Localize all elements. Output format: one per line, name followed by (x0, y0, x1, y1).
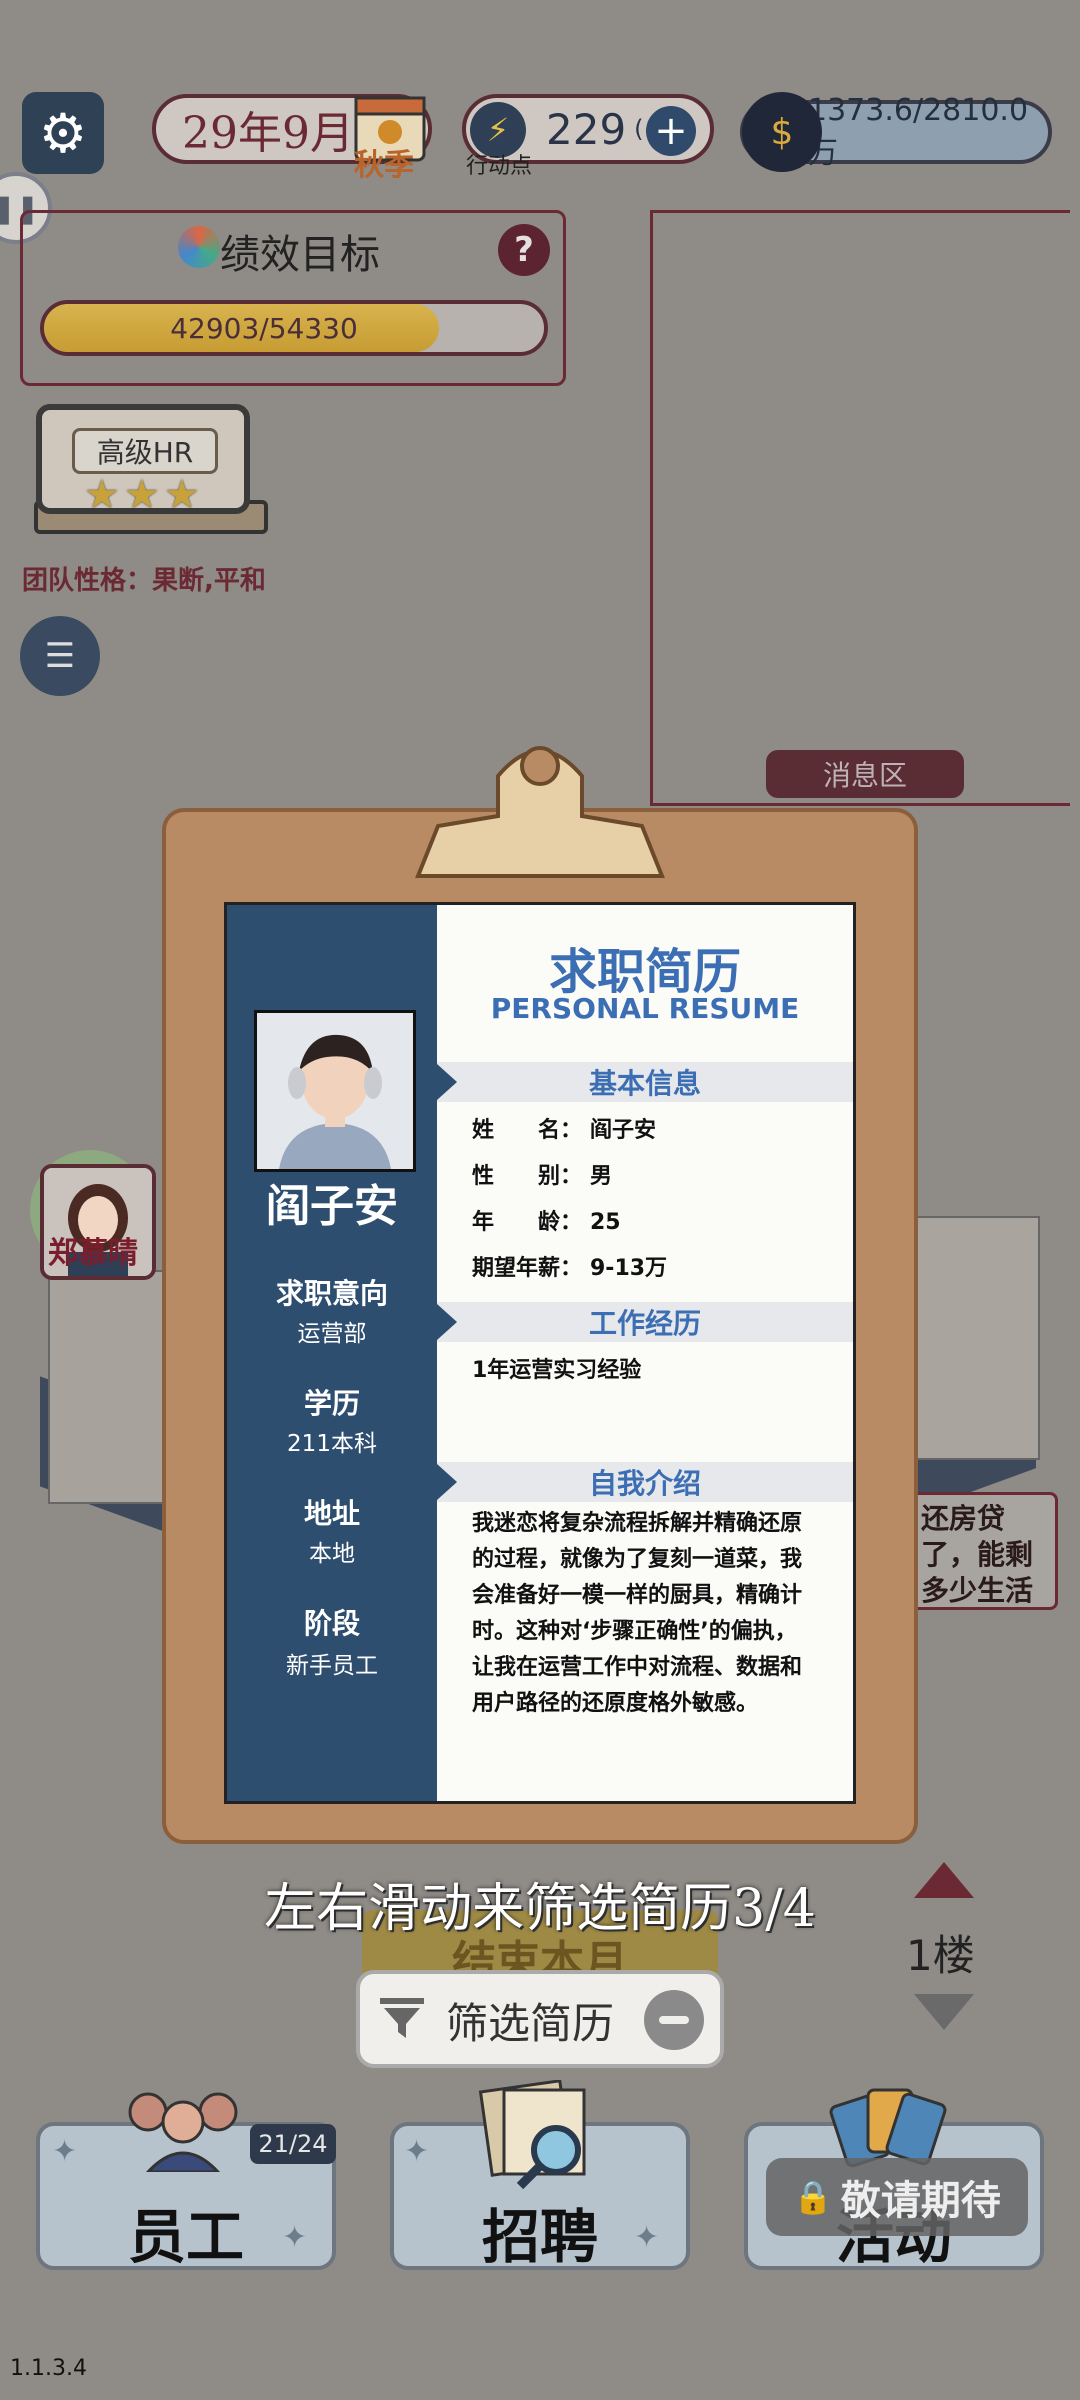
work-experience-header: 工作经历 (437, 1302, 853, 1342)
recruit-magnifier-icon (478, 2080, 586, 2190)
action-points-label: 行动点 (466, 154, 533, 179)
info-row: 姓 名： 阎子安 (472, 1112, 656, 1144)
section-arrow (437, 1064, 457, 1100)
coming-soon-label: 敬请期待 (840, 2178, 1001, 2224)
employees-group-icon (128, 2092, 238, 2172)
action-points-value: 229 (546, 104, 627, 154)
speech-bubble: 还房贷了，能剩多少生活费？ (910, 1492, 1058, 1610)
team-trait-text: 团队性格：果断,平和 (22, 566, 266, 596)
address-label: 地址 (303, 1497, 360, 1530)
resume-subtitle: PERSONAL RESUME (490, 992, 800, 1025)
target-icon (178, 226, 220, 268)
date-text: 29年9月 (182, 108, 354, 159)
filter-icon (376, 1992, 428, 2044)
cards-icon (829, 2088, 947, 2168)
candidate-portrait (257, 1013, 413, 1169)
settings-gear-button[interactable]: ⚙ (22, 92, 104, 174)
stage-value: 新手员工 (286, 1653, 378, 1679)
coming-soon-overlay: 🔒 敬请期待 (766, 2158, 1028, 2236)
office-room-right (916, 1216, 1040, 1460)
candidate-name: 阎子安 (266, 1181, 398, 1232)
work-experience-text: 1年运营实习经验 (472, 1358, 642, 1383)
info-value: 9-13万 (590, 1256, 668, 1281)
message-area (650, 210, 1070, 806)
tab-employees-label: 员工 (127, 2203, 244, 2271)
job-intent-value: 运营部 (297, 1321, 367, 1347)
minus-icon[interactable] (644, 1990, 704, 2050)
info-value: 男 (590, 1164, 613, 1189)
star-icon: ★ (124, 472, 160, 518)
address-value: 本地 (309, 1541, 355, 1567)
money-bag-icon: $ (742, 92, 822, 172)
education-label: 学历 (303, 1387, 360, 1420)
version-label: 1.1.3.4 (10, 2356, 87, 2381)
goal-title: 绩效目标 (220, 232, 380, 278)
sparkle-icon: ✦ (404, 2134, 430, 2169)
info-value: 25 (590, 1210, 621, 1235)
help-button[interactable]: ? (498, 224, 550, 276)
goal-progress-text: 42903/54330 (170, 311, 358, 345)
info-key: 性 别： (472, 1164, 583, 1189)
goal-progress-bar: 42903/54330 (40, 300, 548, 356)
info-key: 年 龄： (472, 1210, 583, 1235)
info-row: 性 别： 男 (472, 1158, 612, 1190)
education-value: 211本科 (287, 1431, 377, 1457)
info-key: 期望年薪： (472, 1256, 583, 1281)
candidate-photo (254, 1010, 416, 1172)
star-icon: ★ (84, 472, 120, 518)
self-intro-text: 我迷恋将复杂流程拆解并精确还原的过程，就像为了复刻一道菜，我会准备好一模一样的厨… (472, 1511, 803, 1716)
money-value: 1373.6/2810.0万 (808, 92, 1029, 171)
office-room-left (48, 1270, 172, 1504)
document-icon[interactable]: ☰ (20, 616, 100, 696)
filter-resume-label: 筛选简历 (446, 1999, 615, 2048)
clipboard-clip (415, 746, 665, 878)
season-label: 秋季 (354, 148, 414, 183)
floor-down-arrow-icon[interactable] (914, 1994, 974, 2030)
section-arrow (437, 1464, 457, 1500)
lock-icon: 🔒 (793, 2178, 833, 2216)
employee-name: 郑慕晴 (48, 1236, 138, 1271)
sparkle-icon: ✦ (52, 2134, 78, 2169)
basic-info-header: 基本信息 (437, 1062, 853, 1102)
star-icon: ★ (164, 472, 200, 518)
info-row: 期望年薪： 9-13万 (472, 1250, 667, 1282)
self-intro-header: 自我介绍 (437, 1462, 853, 1502)
floor-label: 1楼 (906, 1931, 975, 1980)
stage-label: 阶段 (303, 1607, 360, 1640)
section-arrow (437, 1304, 457, 1340)
info-row: 年 龄： 25 (472, 1204, 621, 1236)
job-intent-label: 求职意向 (275, 1277, 388, 1310)
floor-up-arrow-icon[interactable] (914, 1862, 974, 1898)
hr-level-label: 高级HR (72, 428, 218, 474)
info-value: 阎子安 (590, 1118, 657, 1143)
info-key: 姓 名： (472, 1118, 583, 1143)
employee-count-badge: 21/24 (250, 2124, 336, 2164)
add-action-points-button[interactable]: + (646, 106, 696, 156)
tab-recruit-label: 招聘 (481, 2203, 598, 2271)
message-area-tab[interactable]: 消息区 (766, 750, 964, 798)
